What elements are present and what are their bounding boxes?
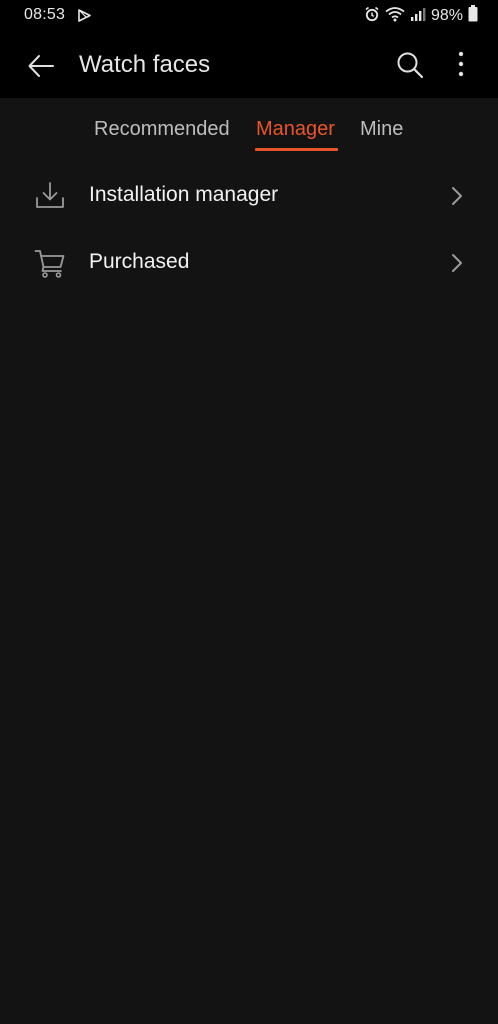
signal-icon bbox=[410, 6, 426, 27]
page-title: Watch faces bbox=[79, 51, 211, 78]
tab-mine[interactable]: Mine bbox=[360, 118, 403, 141]
chevron-right-icon bbox=[449, 251, 465, 275]
tab-manager[interactable]: Manager bbox=[256, 118, 335, 141]
status-time: 08:53 bbox=[24, 6, 66, 23]
status-bar: 08:53 98% bbox=[0, 0, 498, 32]
list-item-purchased[interactable]: Purchased bbox=[0, 230, 498, 296]
battery-icon bbox=[468, 5, 478, 27]
chevron-right-icon bbox=[449, 184, 465, 208]
battery-percent: 98% bbox=[430, 7, 463, 24]
list-item-installation-manager[interactable]: Installation manager bbox=[0, 163, 498, 229]
play-store-icon bbox=[78, 9, 91, 27]
back-arrow-icon[interactable] bbox=[26, 51, 56, 81]
list-item-label: Purchased bbox=[89, 250, 190, 273]
download-icon bbox=[34, 180, 66, 212]
tab-selected-indicator bbox=[255, 148, 338, 151]
status-icons: 98% bbox=[359, 4, 478, 28]
cart-icon bbox=[34, 247, 66, 279]
list-item-label: Installation manager bbox=[89, 183, 279, 206]
search-icon[interactable] bbox=[395, 50, 425, 80]
tab-recommended[interactable]: Recommended bbox=[94, 118, 230, 141]
more-vert-icon[interactable] bbox=[450, 49, 472, 81]
app-bar: Watch faces bbox=[0, 32, 498, 98]
wifi-icon bbox=[385, 6, 405, 27]
tab-bar: Recommended Manager Mine bbox=[0, 98, 498, 156]
alarm-icon bbox=[364, 6, 380, 27]
